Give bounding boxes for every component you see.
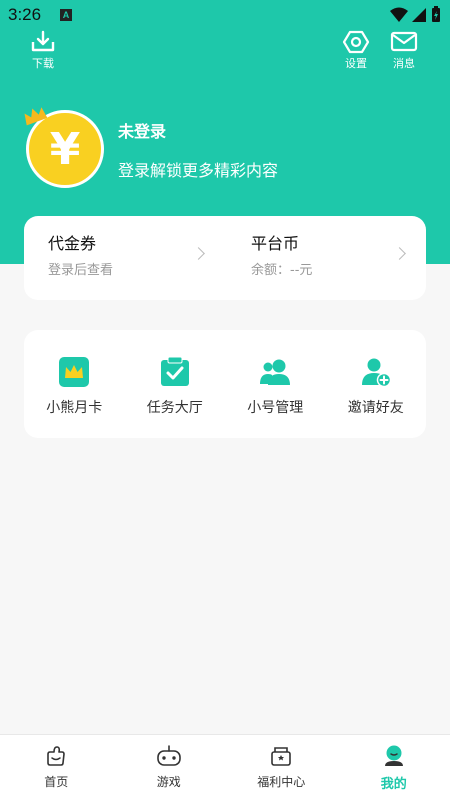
- chevron-right-icon: [393, 247, 406, 260]
- notification-badge: A: [60, 9, 72, 21]
- gift-icon: [271, 747, 292, 766]
- avatar-yen-icon: ¥: [49, 123, 81, 175]
- coin-title: 平台币: [251, 234, 300, 253]
- coupon-subtitle: 登录后查看: [48, 263, 114, 278]
- profile-icon: [384, 745, 403, 766]
- gamepad-icon: [156, 745, 181, 766]
- tab-profile[interactable]: 我的: [338, 735, 450, 800]
- tab-benefits[interactable]: 福利中心: [225, 735, 338, 800]
- wifi-icon: [390, 7, 408, 22]
- tab-benefits-label: 福利中心: [257, 775, 306, 789]
- battery-icon: [432, 6, 440, 22]
- task-hall-label: 任务大厅: [146, 400, 203, 416]
- home-icon: [47, 746, 66, 766]
- messages-button[interactable]: 消息: [390, 30, 418, 71]
- monthly-card-label: 小熊月卡: [46, 400, 103, 416]
- add-friend-icon: [360, 356, 392, 388]
- wallet-card: 代金券 登录后查看 平台币 余额：--元: [24, 216, 426, 300]
- services-card: 小熊月卡 任务大厅 小号管理 邀请好友: [24, 330, 426, 438]
- status-time: 3:26: [8, 5, 42, 24]
- bottom-tab-bar: 首页 游戏 福利中心 我的: [0, 734, 450, 800]
- monthly-card-button[interactable]: 小熊月卡: [24, 330, 125, 438]
- tab-home-label: 首页: [44, 775, 69, 789]
- invite-friends-label: 邀请好友: [347, 400, 404, 416]
- coin-balance: 余额：--元: [251, 263, 313, 278]
- coupon-title: 代金券: [48, 234, 97, 253]
- sub-account-label: 小号管理: [247, 400, 304, 416]
- login-title[interactable]: 未登录: [118, 118, 166, 142]
- chevron-right-icon: [192, 247, 205, 260]
- messages-label: 消息: [393, 57, 415, 70]
- gear-icon: [342, 30, 370, 54]
- sub-account-button[interactable]: 小号管理: [225, 330, 326, 438]
- accounts-icon: [259, 356, 291, 388]
- platform-coin-entry[interactable]: 平台币 余额：--元: [251, 216, 421, 300]
- invite-friends-button[interactable]: 邀请好友: [326, 330, 427, 438]
- download-label: 下载: [32, 57, 54, 70]
- tab-profile-label: 我的: [380, 777, 407, 792]
- crown-card-icon: [58, 356, 90, 388]
- coupon-entry[interactable]: 代金券 登录后查看: [48, 216, 228, 300]
- login-subtitle[interactable]: 登录解锁更多精彩内容: [118, 157, 278, 181]
- mail-icon: [390, 31, 418, 52]
- status-bar: 3:26 A: [0, 0, 450, 30]
- task-check-icon: [159, 356, 191, 388]
- download-button[interactable]: 下载: [30, 30, 56, 71]
- settings-button[interactable]: 设置: [342, 30, 370, 71]
- tab-games-label: 游戏: [156, 775, 181, 789]
- download-icon: [31, 30, 55, 52]
- signal-icon: [412, 8, 426, 22]
- tab-home[interactable]: 首页: [0, 735, 113, 800]
- task-hall-button[interactable]: 任务大厅: [125, 330, 226, 438]
- settings-label: 设置: [345, 57, 367, 70]
- crown-icon: [24, 107, 48, 126]
- system-icons: [388, 6, 444, 28]
- tab-games[interactable]: 游戏: [113, 735, 226, 800]
